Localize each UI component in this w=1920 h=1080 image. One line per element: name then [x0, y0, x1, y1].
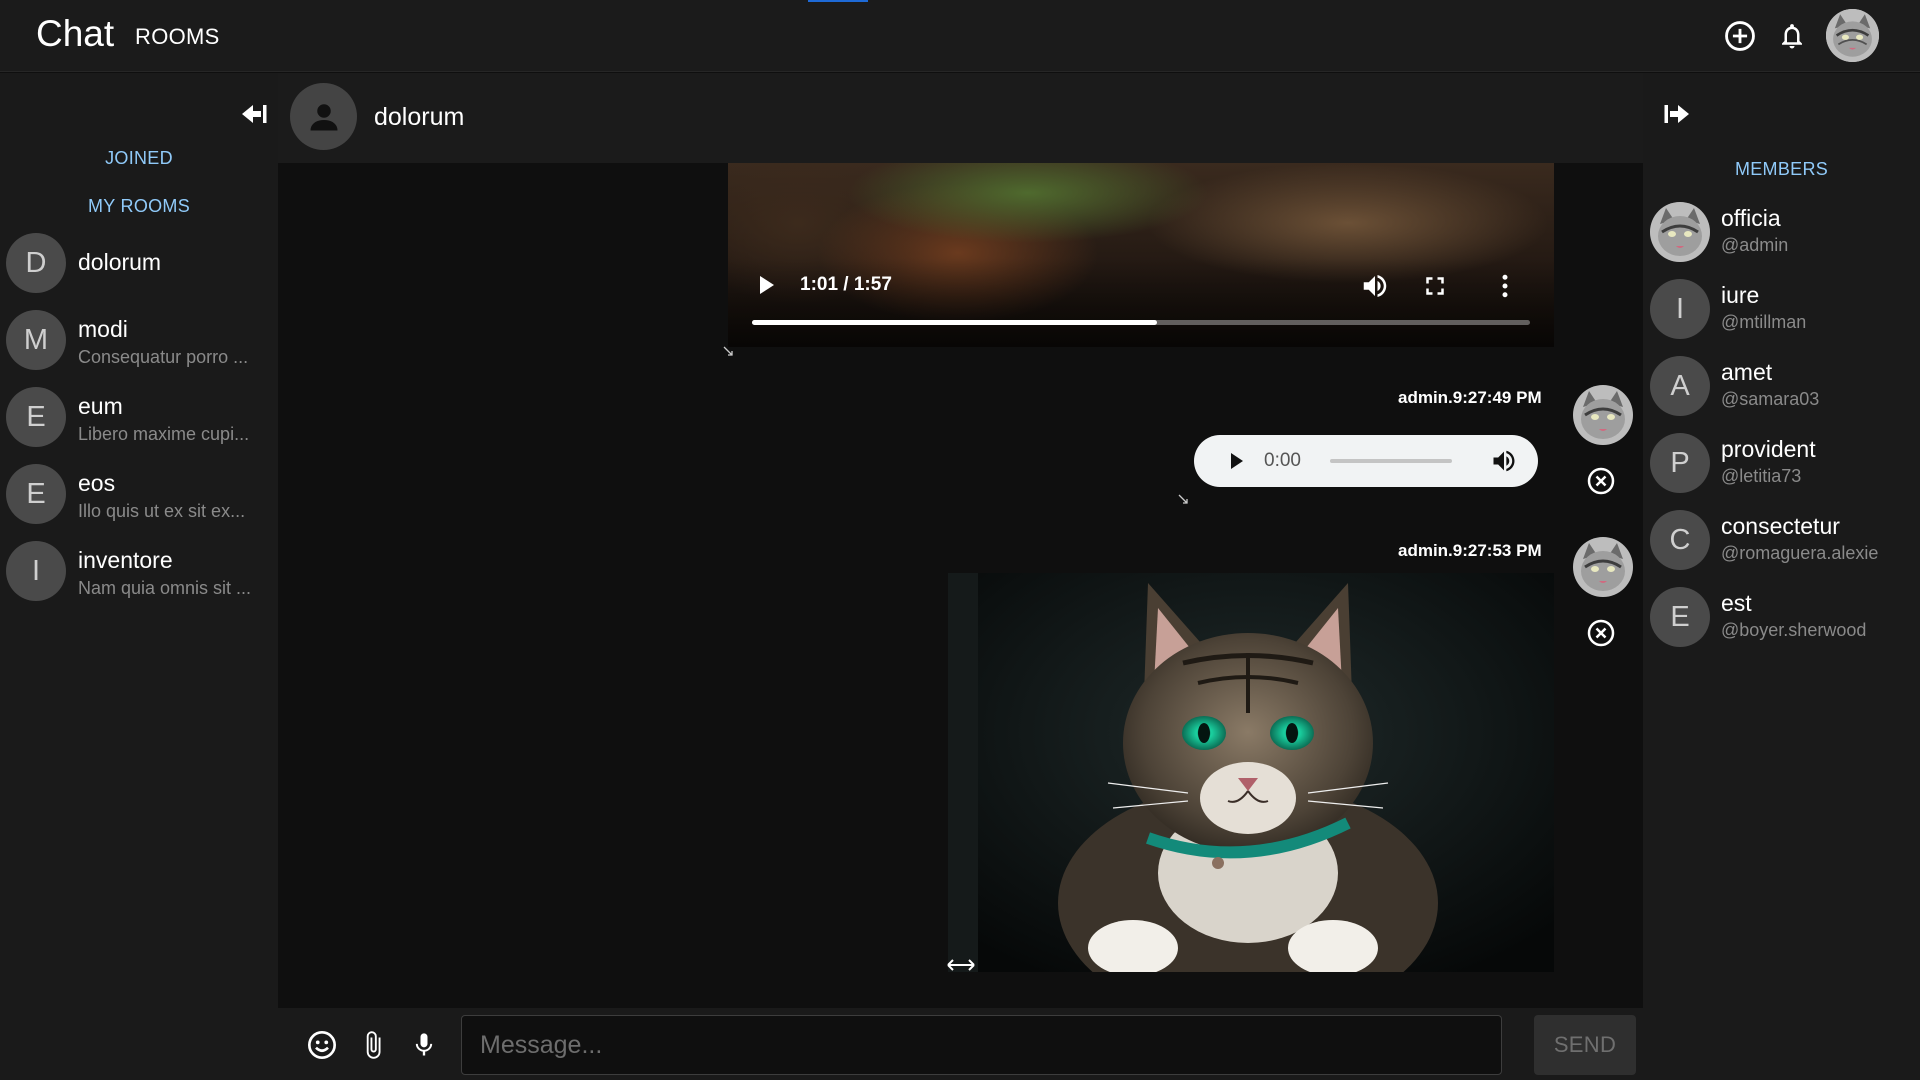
image-attachment[interactable] [948, 573, 1554, 972]
member-handle: @romaguera.alexie [1721, 543, 1879, 563]
avatar: C [1650, 510, 1710, 570]
room-preview: Illo quis ut ex sit ex... [78, 501, 246, 521]
app-title: Chat [36, 13, 115, 54]
room-name: modi [78, 316, 128, 342]
send-button[interactable]: SEND [1534, 1015, 1636, 1075]
member-handle: @mtillman [1721, 312, 1807, 332]
more-vertical-icon[interactable] [1490, 271, 1520, 301]
volume-icon[interactable] [1360, 271, 1390, 301]
loading-indicator [808, 0, 868, 2]
rooms-link[interactable]: ROOMS [135, 24, 220, 50]
room-preview: Libero maxime cupi... [78, 424, 250, 444]
app-bar: Chat ROOMS [0, 0, 1920, 72]
avatar [1650, 202, 1710, 262]
avatar: D [6, 233, 66, 293]
member-name: iure [1721, 282, 1760, 308]
close-circle-icon[interactable] [1586, 466, 1616, 496]
tab-joined[interactable]: JOINED [0, 148, 278, 169]
room-name: eos [78, 470, 116, 496]
avatar: P [1650, 433, 1710, 493]
members-title: MEMBERS [1734, 159, 1829, 179]
arrow-left-to-bar-icon[interactable] [236, 97, 270, 131]
tab-my-rooms[interactable]: MY ROOMS [0, 196, 278, 217]
message-composer: SEND [278, 1008, 1643, 1080]
member-name: amet [1721, 359, 1773, 385]
room-list: D dolorum M modi Consequatur porro ... E… [0, 233, 278, 618]
room-avatar [290, 83, 357, 150]
member-item-consectetur[interactable]: C consectetur @romaguera.alexie [1643, 510, 1920, 587]
room-name: dolorum [78, 249, 162, 275]
volume-icon[interactable] [1490, 447, 1518, 475]
room-item-dolorum[interactable]: D dolorum [0, 233, 278, 310]
member-list: officia @admin I iure @mtillman A amet @… [1643, 202, 1920, 664]
message-meta: admin.9:27:53 PM [1398, 541, 1542, 560]
avatar: I [1650, 279, 1710, 339]
arrow-right-to-bar-icon[interactable] [1658, 97, 1698, 131]
member-handle: @boyer.sherwood [1721, 620, 1867, 640]
member-handle: @samara03 [1721, 389, 1820, 409]
room-preview: Nam quia omnis sit ... [78, 578, 252, 598]
member-item-amet[interactable]: A amet @samara03 [1643, 356, 1920, 433]
audio-time: 0:00 [1264, 450, 1301, 471]
room-title: dolorum [374, 103, 465, 131]
resize-horizontal-icon[interactable] [946, 955, 976, 975]
member-name: officia [1721, 205, 1781, 231]
room-item-eum[interactable]: E eum Libero maxime cupi... [0, 387, 278, 464]
close-circle-icon[interactable] [1586, 618, 1616, 648]
user-avatar[interactable] [1826, 9, 1879, 62]
room-name: eum [78, 393, 123, 419]
bell-icon[interactable] [1774, 18, 1810, 54]
video-progress-bar[interactable] [752, 320, 1530, 325]
video-progress-fill [752, 320, 1157, 325]
avatar: M [6, 310, 66, 370]
member-item-provident[interactable]: P provident @letitia73 [1643, 433, 1920, 510]
play-icon[interactable] [754, 273, 778, 297]
room-item-inventore[interactable]: I inventore Nam quia omnis sit ... [0, 541, 278, 618]
room-item-modi[interactable]: M modi Consequatur porro ... [0, 310, 278, 387]
member-item-iure[interactable]: I iure @mtillman [1643, 279, 1920, 356]
chat-header: dolorum [278, 73, 1689, 163]
member-name: consectetur [1721, 513, 1840, 539]
sender-avatar [1573, 537, 1633, 597]
audio-seek-bar[interactable] [1330, 459, 1452, 463]
members-panel: MEMBERS officia @admin I iure @mtillman [1643, 73, 1920, 1080]
member-item-officia[interactable]: officia @admin [1643, 202, 1920, 279]
room-item-eos[interactable]: E eos Illo quis ut ex sit ex... [0, 464, 278, 541]
paperclip-icon[interactable] [356, 1028, 390, 1062]
room-preview: Consequatur porro ... [78, 347, 249, 367]
message-list: 1:01 / 1:57 admin.9:27:49 PM 0:00 admin.… [280, 163, 1643, 1008]
avatar: E [6, 464, 66, 524]
play-icon[interactable] [1224, 449, 1248, 473]
avatar: A [1650, 356, 1710, 416]
member-handle: @letitia73 [1721, 466, 1802, 486]
sender-avatar [1573, 385, 1633, 445]
video-controls: 1:01 / 1:57 [728, 258, 1554, 347]
member-handle: @admin [1721, 235, 1789, 255]
member-name: est [1721, 590, 1752, 616]
member-item-est[interactable]: E est @boyer.sherwood [1643, 587, 1920, 664]
rooms-sidebar: JOINED MY ROOMS D dolorum M modi Consequ… [0, 73, 278, 1080]
message-input[interactable] [461, 1015, 1502, 1075]
avatar: E [1650, 587, 1710, 647]
video-time: 1:01 / 1:57 [800, 274, 892, 295]
audio-player[interactable]: 0:00 [1194, 435, 1538, 487]
avatar: I [6, 541, 66, 601]
add-circle-icon[interactable] [1722, 18, 1758, 54]
cat-photo [948, 573, 1554, 972]
fullscreen-icon[interactable] [1420, 271, 1450, 301]
member-name: provident [1721, 436, 1816, 462]
resize-handle-icon[interactable] [723, 346, 733, 356]
microphone-icon[interactable] [407, 1028, 441, 1062]
message-meta: admin.9:27:49 PM [1398, 388, 1542, 407]
emoji-icon[interactable] [305, 1028, 339, 1062]
person-icon [310, 103, 337, 130]
resize-handle-icon[interactable] [1178, 494, 1188, 504]
room-name: inventore [78, 547, 173, 573]
video-player[interactable]: 1:01 / 1:57 [728, 163, 1554, 347]
avatar: E [6, 387, 66, 447]
